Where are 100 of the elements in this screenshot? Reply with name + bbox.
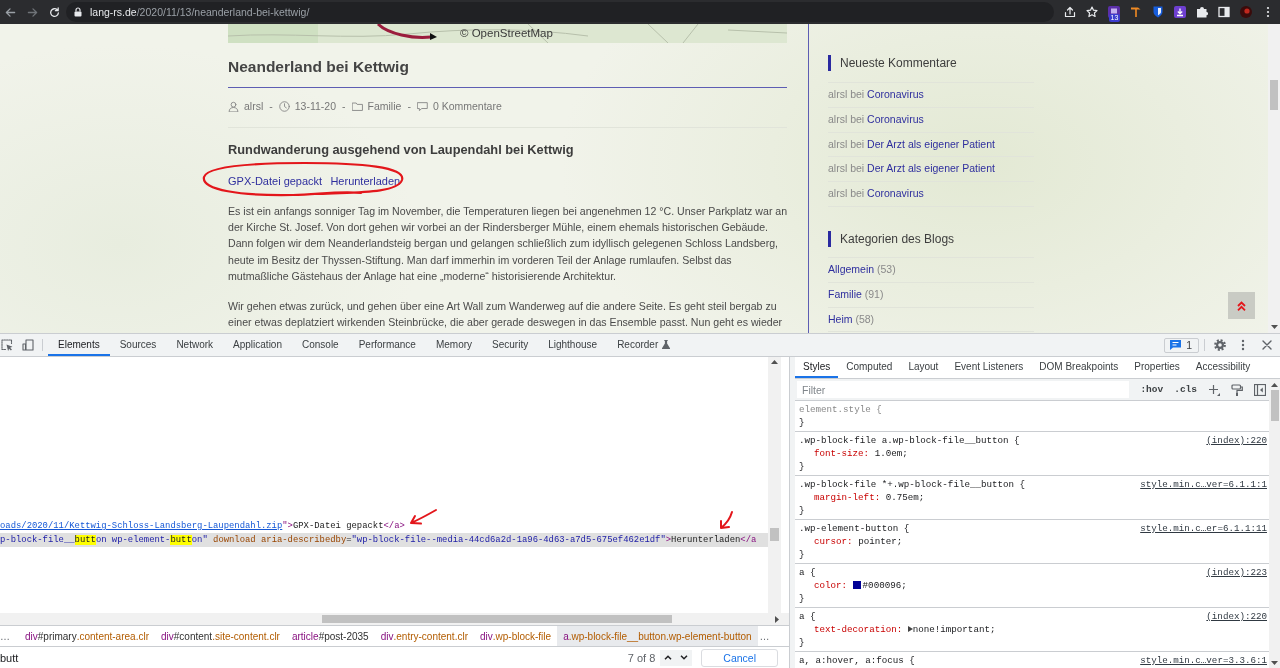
- share-icon[interactable]: [1064, 6, 1076, 18]
- side-panel-icon[interactable]: [1218, 6, 1230, 18]
- category-link[interactable]: Allgemein: [828, 263, 875, 275]
- css-declaration[interactable]: text-decoration: none!important;: [799, 623, 1267, 636]
- post-link[interactable]: Der Arzt als eigener Patient: [867, 137, 995, 150]
- post-link[interactable]: Coronavirus: [867, 187, 924, 200]
- sidebar-tab[interactable]: Layout: [900, 357, 947, 378]
- comment-entry: alrsl bei Der Arzt als eigener Patient: [828, 162, 996, 177]
- plus-icon[interactable]: [1208, 383, 1220, 396]
- close-icon[interactable]: [1261, 339, 1273, 351]
- panel-tab[interactable]: Performance: [348, 334, 426, 356]
- download-link[interactable]: Herunterladen: [330, 173, 401, 189]
- author-name: alrsl: [244, 99, 264, 113]
- sidebar-tab[interactable]: DOM Breakpoints: [1031, 357, 1127, 378]
- category-link[interactable]: Heim: [828, 312, 853, 325]
- closing-brace: }: [799, 636, 806, 649]
- sidebar-tab[interactable]: Properties: [1126, 357, 1188, 378]
- source-link[interactable]: (index):223: [1206, 566, 1267, 579]
- paint-roller-icon[interactable]: [1231, 383, 1243, 396]
- breadcrumb[interactable]: article#post-2035: [285, 626, 375, 646]
- url-link[interactable]: oads/2020/11/Kettwig-Schloss-Landsberg-Laupendahl.zip: [0, 521, 283, 531]
- map-attribution: © OpenStreetMap: [460, 26, 553, 40]
- category-link[interactable]: Familie: [828, 287, 862, 300]
- hammer-icon[interactable]: [1130, 6, 1142, 18]
- dom-tree-row[interactable]: oads/2020/11/Kettwig-Schloss-Landsberg-Laupendahl.zip">GPX-Datei gepackt</a>: [0, 519, 768, 533]
- breadcrumb[interactable]: a.wp-block-file__button.wp-element-button: [557, 626, 758, 646]
- lock-icon[interactable]: [74, 7, 82, 17]
- star-icon[interactable]: [1086, 6, 1098, 18]
- reload-icon[interactable]: [49, 6, 60, 18]
- sidebar-toggle-icon[interactable]: [1254, 383, 1266, 396]
- css-declaration[interactable]: font-size: 1.0em;: [799, 447, 1267, 460]
- scroll-up-arrow-icon[interactable]: [1271, 383, 1278, 387]
- panel-tab[interactable]: Network: [166, 334, 224, 356]
- source-link[interactable]: style.min.c…ver=3.3.6:1: [1140, 654, 1267, 667]
- panel-tab[interactable]: Elements: [48, 334, 110, 356]
- panel-tab[interactable]: Security: [482, 334, 539, 356]
- issues-button[interactable]: 1: [1164, 337, 1199, 353]
- css-selector: a, a:hover, a:focus {: [799, 654, 915, 667]
- scroll-right-arrow-icon[interactable]: [775, 615, 779, 623]
- comment-entry: alrsl bei Coronavirus: [828, 88, 925, 102]
- scroll-down-arrow-icon[interactable]: [1271, 661, 1278, 665]
- address-bar[interactable]: lang-rs.de/2020/11/13/neanderland-bei-kettwig/: [66, 2, 1054, 22]
- scroll-up-arrow-icon[interactable]: [771, 360, 778, 364]
- device-icon[interactable]: [22, 339, 34, 351]
- inspect-icon[interactable]: [1, 339, 13, 351]
- comment-entry: alrsl bei Coronavirus: [828, 187, 925, 201]
- previous-match-button[interactable]: [660, 649, 677, 666]
- sidebar-tab[interactable]: Event Listeners: [946, 357, 1032, 378]
- comments-link[interactable]: 0 Kommentare: [432, 99, 502, 113]
- source-link[interactable]: (index):220: [1206, 434, 1267, 447]
- widget-title: Kategorien des Blogs: [828, 231, 1034, 247]
- sidebar-tab[interactable]: Computed: [838, 357, 901, 378]
- breadcrumb[interactable]: div#primary.content-area.clr: [19, 626, 155, 646]
- file-link[interactable]: GPX-Datei gepackt: [228, 173, 323, 189]
- color-swatch-icon[interactable]: [852, 581, 861, 589]
- back-arrow-icon[interactable]: [5, 6, 16, 18]
- scrollbar-thumb[interactable]: [322, 615, 672, 623]
- panel-tab[interactable]: Memory: [425, 334, 483, 356]
- filter-field[interactable]: Filter: [797, 381, 1130, 398]
- category-link[interactable]: Familie: [367, 99, 402, 113]
- search-field[interactable]: butt: [0, 648, 622, 667]
- download-icon[interactable]: [1174, 6, 1186, 18]
- panel-tab[interactable]: Lighthouse: [538, 334, 608, 356]
- scrollbar-thumb[interactable]: [1270, 80, 1278, 110]
- scrollbar-thumb[interactable]: [770, 528, 779, 541]
- class-toggle-button[interactable]: .cls: [1174, 384, 1197, 395]
- panel-tab[interactable]: Console: [292, 334, 349, 356]
- scroll-to-top-button[interactable]: [1228, 292, 1255, 319]
- cancel-button[interactable]: Cancel: [701, 648, 778, 667]
- puzzle-icon[interactable]: [1196, 6, 1208, 18]
- css-declaration[interactable]: cursor: pointer;: [799, 535, 1267, 548]
- sidebar-tab[interactable]: Accessibility: [1187, 357, 1259, 378]
- source-link[interactable]: style.min.c…ver=6.1.1:1: [1140, 478, 1267, 491]
- breadcrumb[interactable]: div#content.site-content.clr: [154, 626, 286, 646]
- css-selector: .wp-block-file *+.wp-block-file__button {: [799, 478, 1026, 491]
- shield-icon[interactable]: [1152, 6, 1164, 18]
- settings-icon[interactable]: [1214, 339, 1226, 351]
- overflow-button[interactable]: …: [757, 626, 772, 646]
- post-link[interactable]: Coronavirus: [867, 88, 924, 100]
- css-declaration[interactable]: margin-left: 0.75em;: [799, 491, 1267, 504]
- post-link[interactable]: Coronavirus: [867, 112, 924, 125]
- expand-triangle-icon[interactable]: [907, 626, 913, 632]
- post-link[interactable]: Der Arzt als eigener Patient: [867, 162, 995, 175]
- source-link[interactable]: (index):220: [1206, 610, 1267, 623]
- panel-tab[interactable]: Application: [223, 334, 292, 356]
- panel-tab[interactable]: Recorder: [607, 334, 681, 356]
- issues-icon: [1170, 340, 1182, 350]
- overflow-button[interactable]: …: [0, 626, 19, 646]
- next-match-button[interactable]: [676, 649, 693, 666]
- breadcrumb[interactable]: div.entry-content.clr: [374, 626, 474, 646]
- forward-arrow-icon[interactable]: [27, 6, 38, 18]
- panel-tab[interactable]: Sources: [109, 334, 167, 356]
- breadcrumb[interactable]: div.wp-block-file: [473, 626, 558, 646]
- avatar-icon[interactable]: [1240, 6, 1252, 18]
- css-declaration[interactable]: color: #000096;: [799, 579, 1267, 592]
- scrollbar-thumb[interactable]: [1270, 390, 1279, 421]
- source-link[interactable]: style.min.c…er=6.1.1:11: [1140, 522, 1267, 535]
- scroll-down-arrow-icon[interactable]: [1270, 325, 1278, 329]
- hover-state-button[interactable]: :hov: [1140, 384, 1164, 395]
- comment-entry: alrsl bei Coronavirus: [828, 112, 925, 127]
